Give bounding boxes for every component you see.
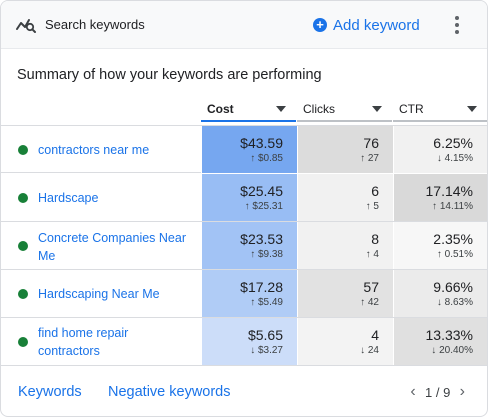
summary-title: Summary of how your keywords are perform…: [17, 67, 322, 83]
ctr-cell: 2.35% ↑ 0.51%: [393, 222, 487, 269]
sort-dropdown-icon: [467, 106, 477, 112]
keywords-link[interactable]: Keywords: [18, 384, 82, 400]
cost-delta: ↑ $25.31: [244, 201, 283, 212]
cost-cell: $43.59 ↑ $0.85: [201, 126, 297, 173]
clicks-cell: 76 ↑ 27: [297, 126, 393, 173]
cost-delta: ↑ $9.38: [250, 249, 283, 260]
column-header-cost-label: Cost: [207, 102, 234, 116]
cost-delta: ↓ $3.27: [250, 345, 283, 356]
cost-value: $5.65: [247, 327, 283, 343]
column-header-cost[interactable]: Cost: [201, 97, 296, 122]
ctr-value: 9.66%: [433, 279, 473, 295]
clicks-delta: ↑ 5: [365, 201, 379, 212]
clicks-value: 57: [363, 279, 379, 295]
ctr-delta: ↓ 4.15%: [436, 153, 473, 164]
table-row: Concrete Companies Near Me $23.53 ↑ $9.3…: [1, 222, 487, 270]
card-header: Search keywords + Add keyword: [1, 1, 487, 49]
keywords-card: Search keywords + Add keyword Summary of…: [0, 0, 488, 417]
ctr-cell: 13.33% ↓ 20.40%: [393, 318, 487, 365]
column-header-ctr-label: CTR: [399, 102, 424, 116]
status-enabled-icon: [18, 337, 28, 347]
column-header-clicks-label: Clicks: [303, 102, 335, 116]
cost-value: $23.53: [240, 231, 283, 247]
add-circle-icon: +: [313, 18, 327, 32]
column-header-ctr[interactable]: CTR: [393, 97, 487, 122]
clicks-delta: ↑ 42: [360, 297, 379, 308]
cost-delta: ↑ $5.49: [250, 297, 283, 308]
clicks-value: 8: [371, 231, 379, 247]
ctr-delta: ↓ 20.40%: [431, 345, 473, 356]
ctr-cell: 9.66% ↓ 8.63%: [393, 270, 487, 317]
table-row: Hardscape $25.45 ↑ $25.31 6 ↑ 5 17.14% ↑…: [1, 174, 487, 222]
ctr-value: 6.25%: [433, 135, 473, 151]
chevron-right-icon[interactable]: ›: [454, 384, 470, 400]
ctr-delta: ↑ 14.11%: [432, 201, 473, 212]
cost-cell: $23.53 ↑ $9.38: [201, 222, 297, 269]
status-enabled-icon: [18, 193, 28, 203]
sort-dropdown-icon: [276, 106, 286, 112]
cost-cell: $5.65 ↓ $3.27: [201, 318, 297, 365]
keyword-link[interactable]: Hardscape: [38, 189, 193, 207]
sort-dropdown-icon: [372, 106, 382, 112]
card-title: Search keywords: [45, 17, 145, 32]
ctr-cell: 6.25% ↓ 4.15%: [393, 126, 487, 173]
clicks-value: 4: [371, 327, 379, 343]
clicks-delta: ↓ 24: [360, 345, 379, 356]
clicks-delta: ↑ 27: [360, 153, 379, 164]
pagination: ‹ 1 / 9 ›: [405, 384, 470, 400]
page-indicator: 1 / 9: [425, 384, 451, 400]
negative-keywords-link[interactable]: Negative keywords: [108, 384, 231, 400]
keyword-link[interactable]: contractors near me: [38, 141, 193, 159]
table-row: Hardscaping Near Me $17.28 ↑ $5.49 57 ↑ …: [1, 270, 487, 318]
keyword-link[interactable]: Concrete Companies Near Me: [38, 229, 193, 265]
ctr-value: 17.14%: [425, 183, 473, 199]
clicks-cell: 6 ↑ 5: [297, 174, 393, 221]
more-vert-icon[interactable]: [447, 13, 467, 37]
cost-value: $43.59: [240, 135, 283, 151]
table-row: find home repair contractors $5.65 ↓ $3.…: [1, 318, 487, 366]
add-keyword-button[interactable]: + Add keyword: [313, 14, 420, 36]
cost-value: $25.45: [240, 183, 283, 199]
cost-value: $17.28: [240, 279, 283, 295]
ctr-value: 13.33%: [425, 327, 473, 343]
cost-cell: $17.28 ↑ $5.49: [201, 270, 297, 317]
clicks-cell: 57 ↑ 42: [297, 270, 393, 317]
ctr-delta: ↓ 8.63%: [436, 297, 473, 308]
clicks-value: 76: [363, 135, 379, 151]
clicks-cell: 4 ↓ 24: [297, 318, 393, 365]
keyword-link[interactable]: Hardscaping Near Me: [38, 285, 193, 303]
cost-cell: $25.45 ↑ $25.31: [201, 174, 297, 221]
keyword-link[interactable]: find home repair contractors: [38, 324, 193, 360]
clicks-delta: ↑ 4: [365, 249, 379, 260]
ctr-cell: 17.14% ↑ 14.11%: [393, 174, 487, 221]
chevron-left-icon[interactable]: ‹: [405, 384, 421, 400]
status-enabled-icon: [18, 289, 28, 299]
column-header-clicks[interactable]: Clicks: [297, 97, 392, 122]
keyword-insights-icon: [16, 19, 36, 33]
clicks-value: 6: [371, 183, 379, 199]
ctr-delta: ↑ 0.51%: [436, 249, 473, 260]
status-enabled-icon: [18, 145, 28, 155]
status-enabled-icon: [18, 241, 28, 251]
ctr-value: 2.35%: [433, 231, 473, 247]
clicks-cell: 8 ↑ 4: [297, 222, 393, 269]
cost-delta: ↑ $0.85: [250, 153, 283, 164]
table-row: contractors near me $43.59 ↑ $0.85 76 ↑ …: [1, 125, 487, 173]
add-keyword-label: Add keyword: [333, 16, 420, 34]
